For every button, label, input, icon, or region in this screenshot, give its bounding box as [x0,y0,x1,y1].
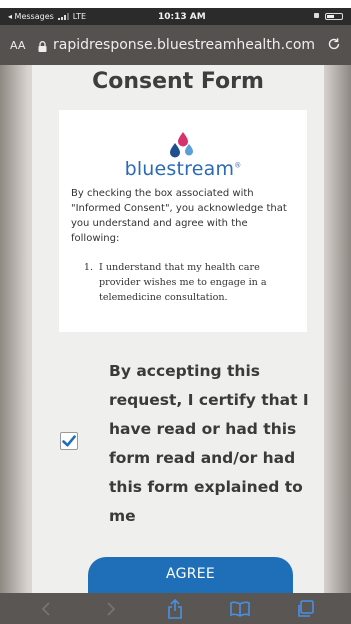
signal-icon [57,13,69,20]
list-item-text: I understand that my health care provide… [99,262,267,303]
text-size-button[interactable]: AA [10,39,38,52]
registered-mark: ® [234,161,242,170]
share-icon[interactable] [162,597,188,621]
list-item-number: 1. [83,262,93,273]
certification-text[interactable]: By accepting this request, I certify tha… [109,357,319,531]
consent-checkbox[interactable] [60,432,78,450]
bookmarks-icon[interactable] [227,597,253,621]
consent-card: Consent Form bluestream® By checking the… [32,65,324,593]
device-frame-top [0,0,351,8]
tabs-icon[interactable] [292,597,318,621]
back-to-messages[interactable]: ◂ Messages [8,12,54,21]
consent-intro: By checking the box associated with "Inf… [71,188,287,244]
page-title: Consent Form [92,69,264,94]
network-label: LTE [72,12,87,21]
forward-icon[interactable] [98,597,124,621]
browser-toolbar [0,593,351,624]
status-bar: ◂ Messages LTE 10:13 AM [0,8,351,25]
lock-icon [38,40,47,52]
back-icon[interactable] [33,597,59,621]
droplets-icon [163,130,203,160]
url-text[interactable]: rapidresponse.bluestreamhealth.com [53,37,323,53]
checkmark-icon [62,435,76,447]
camera-indicator-icon [314,13,319,18]
logo-text: bluestream [124,158,235,180]
web-page: Consent Form bluestream® By checking the… [0,65,351,593]
agree-button[interactable]: AGREE [88,557,293,593]
battery-icon [325,13,343,20]
address-bar[interactable]: AA rapidresponse.bluestreamhealth.com [0,25,351,65]
consent-document[interactable]: bluestream® By checking the box associat… [59,110,307,332]
bluestream-logo: bluestream® [59,130,307,180]
reload-icon[interactable] [323,36,341,55]
list-item: 1. I understand that my health care prov… [71,260,299,305]
